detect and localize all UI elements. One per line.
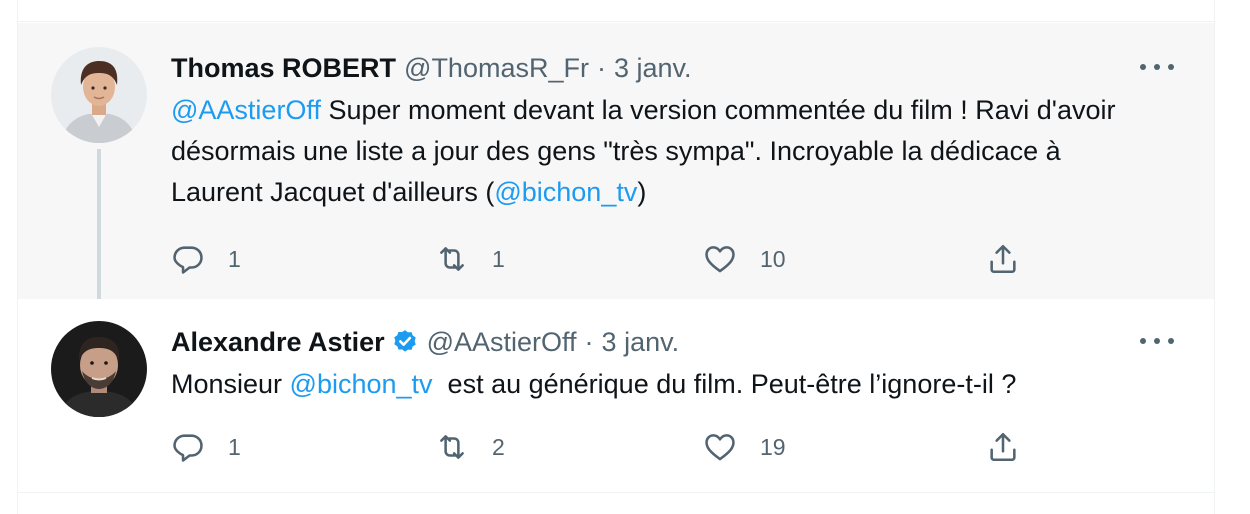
share-button[interactable] (986, 429, 1020, 465)
heart-icon (705, 246, 735, 273)
retweet-icon (440, 435, 464, 459)
mention-link[interactable]: @bichon_tv (290, 369, 433, 399)
like-button[interactable]: 19 (703, 429, 786, 465)
author-handle[interactable]: @AAstierOff (427, 327, 577, 358)
tweet-content: Alexandre Astier @AAstierOff · 3 janv. M… (171, 325, 1214, 462)
reply-button[interactable]: 1 (171, 429, 241, 465)
tweet-header: Alexandre Astier @AAstierOff · 3 janv. (171, 325, 1214, 359)
more-options-icon[interactable] (1140, 331, 1174, 351)
author-name[interactable]: Alexandre Astier (171, 327, 385, 358)
author-handle[interactable]: @ThomasR_Fr (404, 53, 589, 84)
retweet-button[interactable]: 1 (435, 241, 505, 277)
heart-icon (705, 434, 735, 461)
tweet-actions: 1 1 10 (171, 241, 1031, 277)
next-tweet-edge (18, 492, 1214, 514)
tweet-text: @AAstierOff Super moment devant la versi… (171, 90, 1151, 213)
timeline: Thomas ROBERT @ThomasR_Fr · 3 janv. @AAs… (17, 0, 1215, 514)
share-icon (990, 244, 1016, 274)
previous-tweet-edge (18, 0, 1214, 22)
like-button[interactable]: 10 (703, 241, 786, 277)
reply-count: 1 (228, 245, 241, 272)
avatar[interactable] (51, 321, 147, 417)
share-button[interactable] (986, 241, 1020, 277)
separator-dot: · (584, 326, 594, 357)
tweet-text-segment: est au générique du film. Peut-être l’ig… (432, 369, 1017, 399)
tweet-actions: 1 2 19 (171, 429, 1031, 465)
tweet-alexandre-astier[interactable]: Alexandre Astier @AAstierOff · 3 janv. M… (18, 299, 1214, 492)
retweet-icon (440, 247, 464, 271)
avatar[interactable] (51, 47, 147, 143)
mention-link[interactable]: @bichon_tv (494, 177, 637, 207)
tweet-text-segment: ) (637, 177, 647, 207)
like-count: 19 (760, 433, 786, 460)
tweet-date[interactable]: 3 janv. (602, 327, 680, 358)
author-name[interactable]: Thomas ROBERT (171, 53, 396, 84)
retweet-button[interactable]: 2 (435, 429, 505, 465)
tweet-thomas-robert[interactable]: Thomas ROBERT @ThomasR_Fr · 3 janv. @AAs… (18, 23, 1214, 343)
reply-icon (173, 246, 203, 274)
tweet-text-segment: Monsieur (171, 369, 290, 399)
tweet-date[interactable]: 3 janv. (614, 53, 692, 84)
separator-dot: · (596, 52, 606, 83)
mention-link[interactable]: @AAstierOff (171, 95, 321, 125)
like-count: 10 (760, 245, 786, 272)
tweet-header: Thomas ROBERT @ThomasR_Fr · 3 janv. (171, 51, 1214, 85)
tweet-content: Thomas ROBERT @ThomasR_Fr · 3 janv. @AAs… (171, 51, 1214, 274)
retweet-count: 2 (492, 433, 505, 460)
reply-icon (173, 434, 203, 462)
share-icon (990, 432, 1016, 462)
tweet-text: Monsieur @bichon_tv est au générique du … (171, 364, 1151, 405)
reply-button[interactable]: 1 (171, 241, 241, 277)
retweet-count: 1 (492, 245, 505, 272)
verified-badge-icon (393, 330, 416, 352)
more-options-icon[interactable] (1140, 57, 1174, 77)
reply-count: 1 (228, 433, 241, 460)
